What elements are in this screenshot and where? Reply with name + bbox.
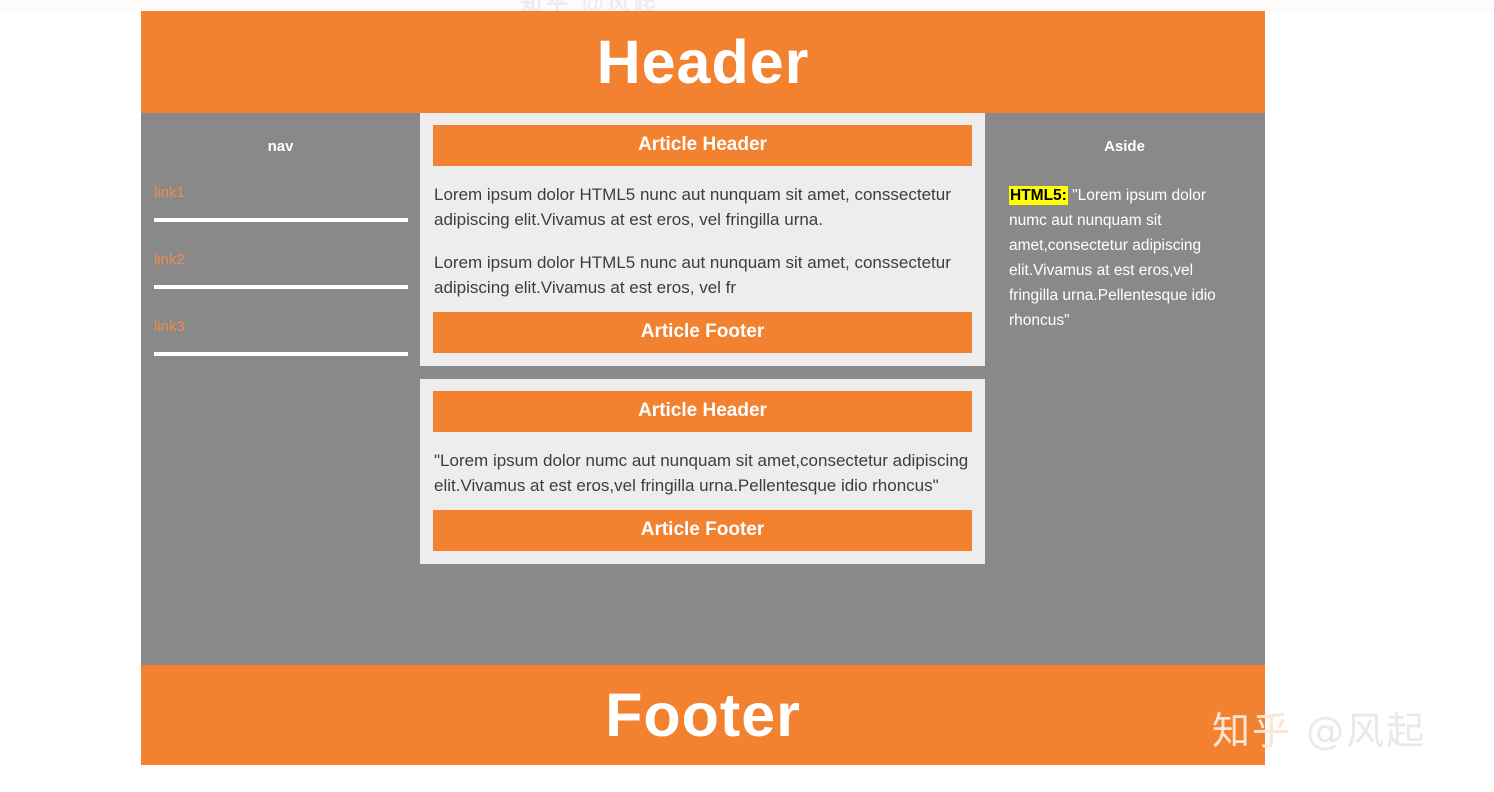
nav-divider (154, 285, 408, 289)
nav-item-link3[interactable]: link3 (154, 317, 408, 356)
nav-item-link2[interactable]: link2 (154, 250, 408, 289)
content-row: nav link1 link2 link3 Article Header Lor… (141, 113, 1265, 665)
zhihu-handle-text: @风起 (1306, 709, 1427, 753)
nav-link-label[interactable]: link3 (154, 317, 407, 337)
page-header: Header (141, 11, 1265, 113)
page-footer-title: Footer (605, 681, 801, 749)
nav-link-label[interactable]: link1 (154, 183, 407, 203)
page-mockup: Header nav link1 link2 link3 Article Hea… (141, 11, 1265, 765)
nav-title: nav (267, 138, 294, 155)
article-paragraph: Lorem ipsum dolor HTML5 nunc aut nunquam… (434, 253, 951, 297)
article-paragraph: "Lorem ipsum dolor numc aut nunquam sit … (434, 451, 969, 495)
top-cropped-strip: 知乎 @风起 (0, 0, 1494, 16)
article-footer: Article Footer (433, 510, 972, 551)
page-footer: Footer (141, 665, 1265, 765)
nav-sidebar: nav link1 link2 link3 (141, 113, 420, 665)
main-section: Article Header Lorem ipsum dolor HTML5 n… (420, 113, 985, 665)
nav-item-link1[interactable]: link1 (154, 183, 408, 222)
article-1: Article Header Lorem ipsum dolor HTML5 n… (420, 113, 985, 366)
html5-highlight-label: HTML5: (1009, 186, 1068, 205)
article-2: Article Header "Lorem ipsum dolor numc a… (420, 379, 985, 564)
article-header: Article Header (433, 125, 972, 166)
aside-title: Aside (1104, 138, 1145, 155)
nav-divider (154, 352, 408, 356)
aside-body: HTML5: "Lorem ipsum dolor numc aut nunqu… (1009, 183, 1240, 333)
nav-divider (154, 218, 408, 222)
aside-body-text: "Lorem ipsum dolor numc aut nunquam sit … (1009, 187, 1216, 329)
nav-link-label[interactable]: link2 (154, 250, 407, 270)
article-paragraph: Lorem ipsum dolor HTML5 nunc aut nunquam… (434, 185, 951, 229)
aside-panel: Aside HTML5: "Lorem ipsum dolor numc aut… (985, 113, 1265, 665)
page-header-title: Header (596, 28, 810, 96)
article-footer: Article Footer (433, 312, 972, 353)
article-header: Article Header (433, 391, 972, 432)
